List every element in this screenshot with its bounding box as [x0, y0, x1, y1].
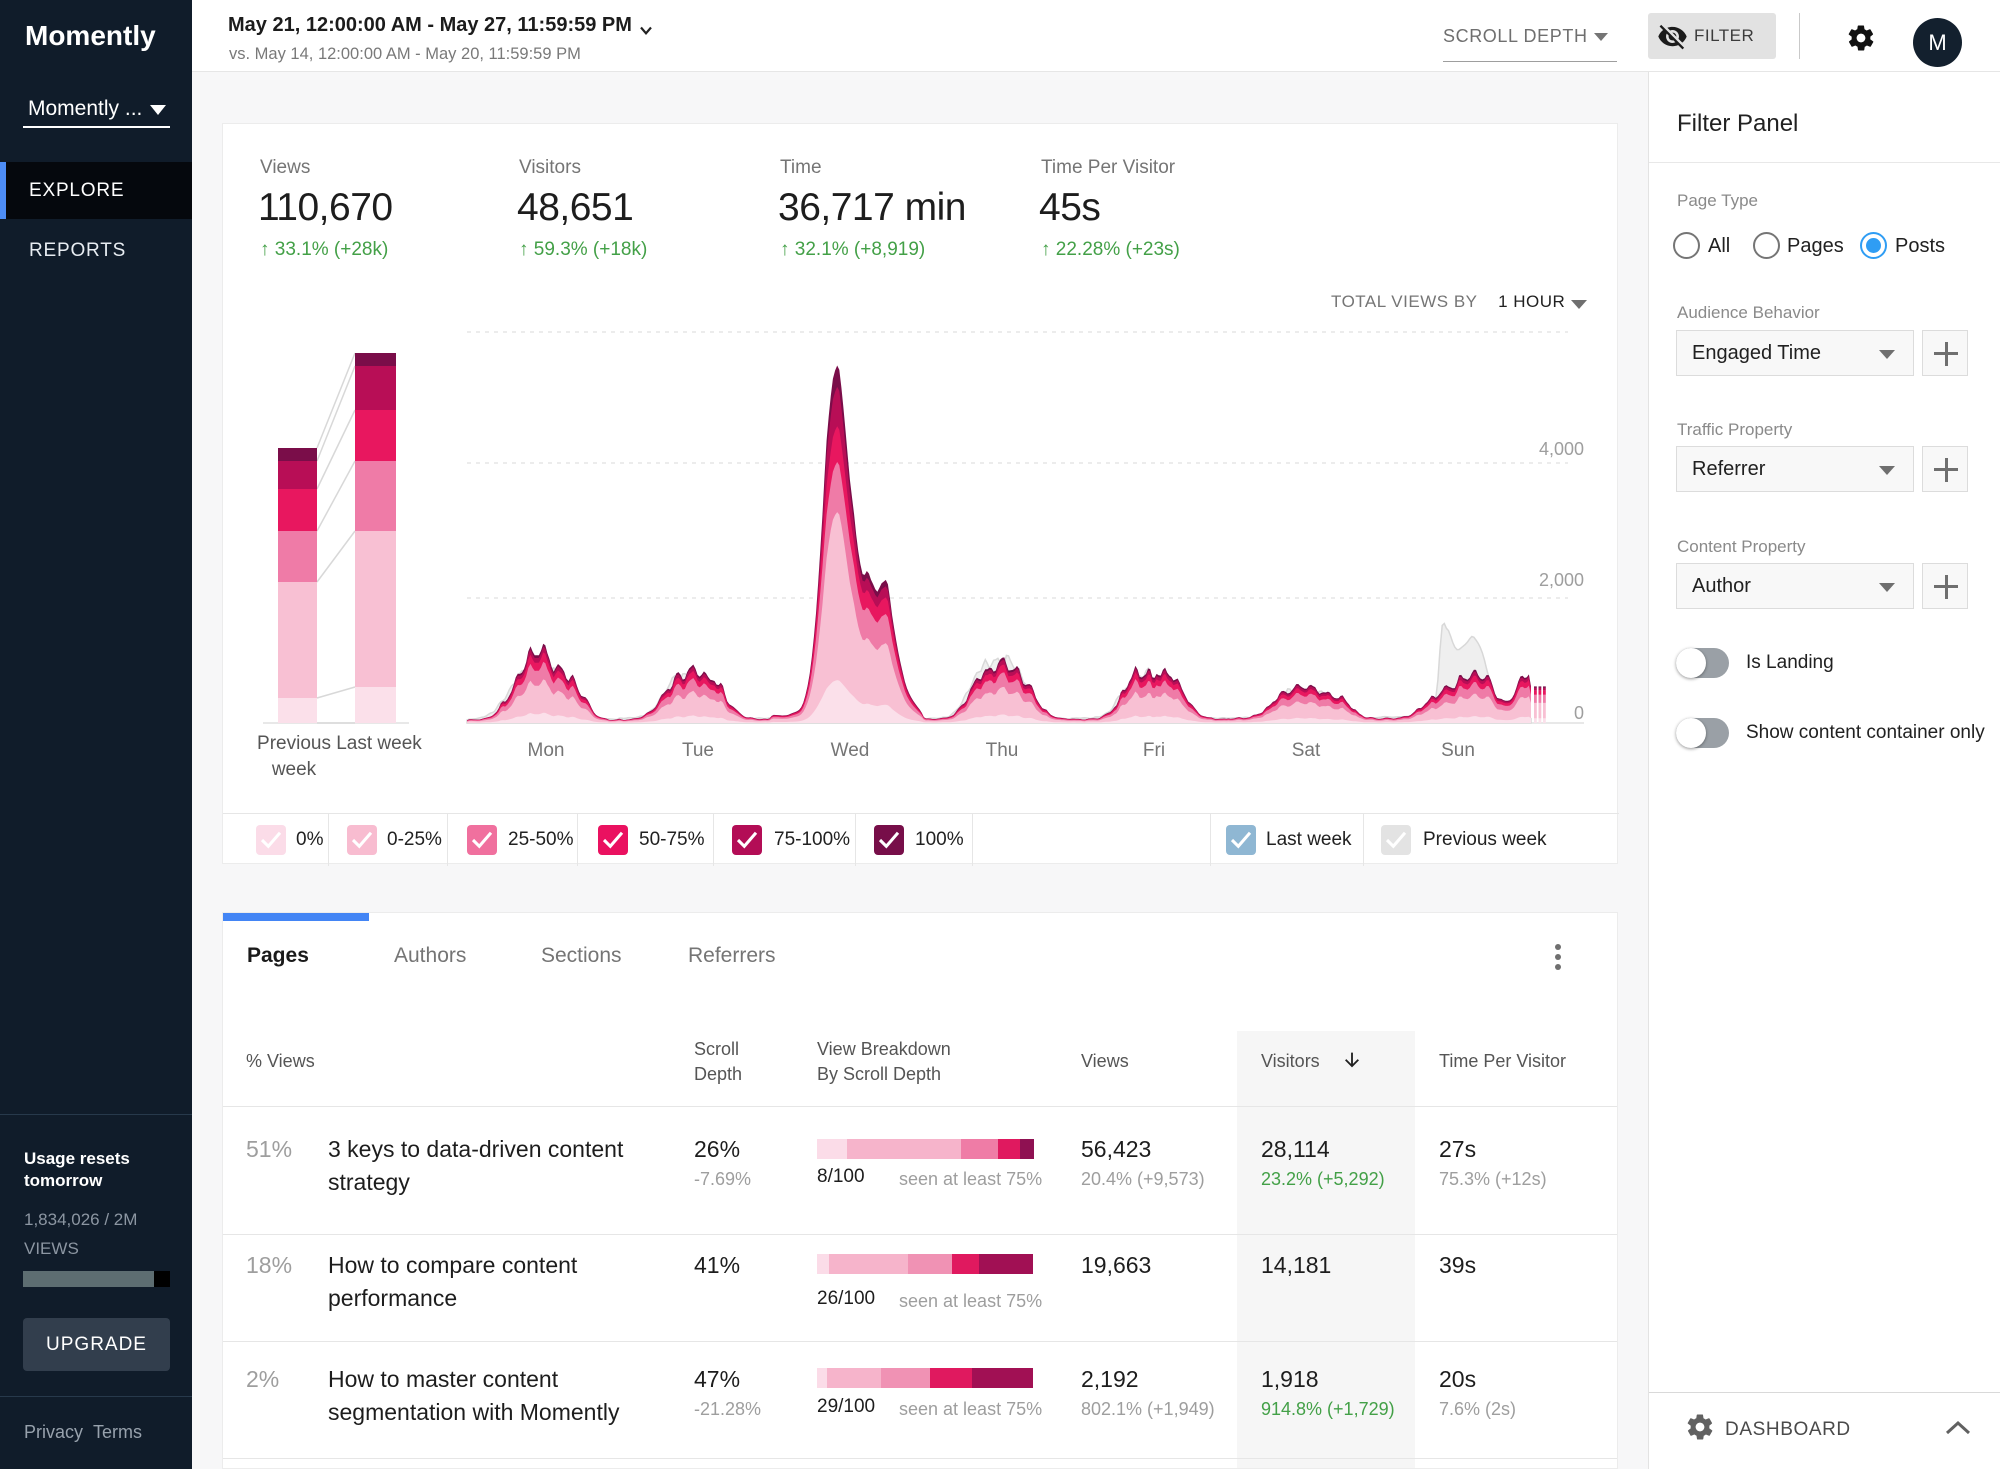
svg-text:Previous: Previous [257, 733, 331, 754]
svg-text:Wed: Wed [831, 740, 870, 761]
svg-text:Thu: Thu [986, 740, 1019, 761]
svg-text:Tue: Tue [682, 740, 714, 761]
svg-text:0: 0 [1574, 703, 1584, 723]
svg-text:week: week [271, 759, 317, 780]
svg-text:Sat: Sat [1292, 740, 1321, 761]
svg-text:2,000: 2,000 [1539, 570, 1584, 590]
svg-text:Last week: Last week [336, 733, 422, 754]
svg-text:Mon: Mon [528, 740, 565, 761]
svg-text:Sun: Sun [1441, 740, 1475, 761]
svg-text:4,000: 4,000 [1539, 439, 1584, 459]
svg-text:Fri: Fri [1143, 740, 1165, 761]
